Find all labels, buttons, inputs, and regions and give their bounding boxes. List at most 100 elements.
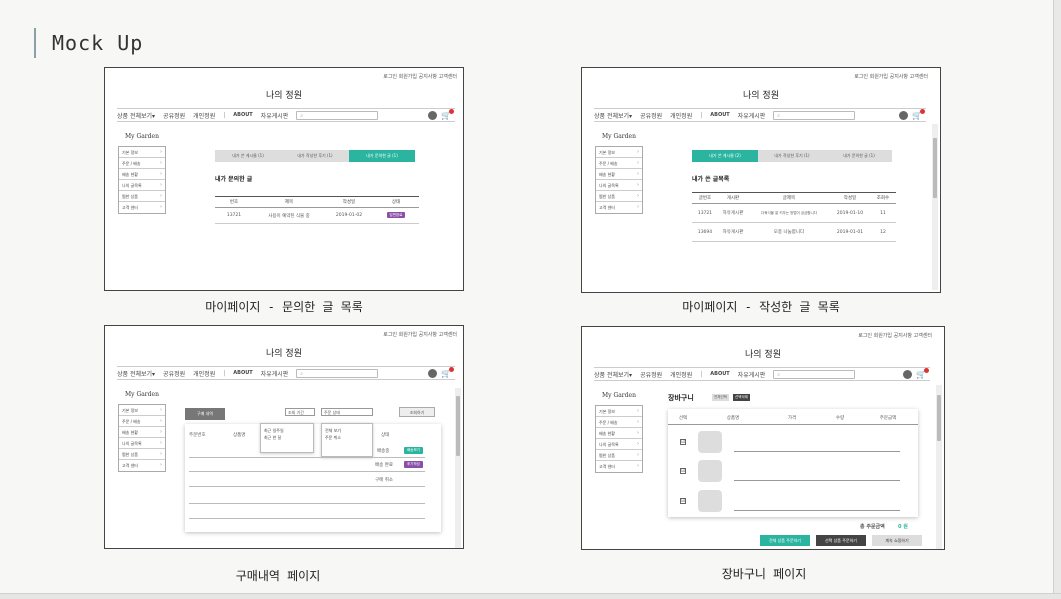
table-row[interactable]: 13721 자유게시판 다육식물 잘 키우는 방법이 궁금합니다 2019-01… bbox=[692, 204, 896, 223]
sidebar-item-orders[interactable]: 주문 / 배송 bbox=[119, 416, 165, 427]
sidebar-item-orders[interactable]: 주문 / 배송 bbox=[119, 158, 165, 169]
sidebar-item-support[interactable]: 고객 센터 bbox=[596, 202, 642, 213]
nav-personal-garden[interactable]: 개인정원 bbox=[670, 370, 692, 379]
sidebar-item-wishlist[interactable]: 찜한 상품 bbox=[119, 449, 165, 460]
user-icon[interactable] bbox=[899, 111, 909, 120]
period-select[interactable]: 조회 기간 bbox=[285, 408, 315, 416]
nav-about[interactable]: ABOUT bbox=[710, 112, 729, 118]
delete-selected-button[interactable]: 선택삭제 bbox=[733, 394, 750, 401]
site-logo[interactable]: 나의 정원 bbox=[582, 88, 940, 101]
user-icon[interactable] bbox=[428, 369, 438, 378]
cart-icon[interactable]: 🛒 bbox=[912, 108, 925, 120]
user-icon[interactable] bbox=[903, 370, 913, 379]
sidebar-item-wishlist[interactable]: 찜한 상품 bbox=[596, 191, 642, 202]
tab-my-inquiries[interactable]: 내가 문의한 글 (1) bbox=[349, 150, 415, 162]
nav-shared-garden[interactable]: 공유정원 bbox=[163, 369, 185, 378]
tab-my-reviews[interactable]: 내가 작성한 후기 (1) bbox=[281, 150, 349, 162]
nav-board[interactable]: 자유게시판 bbox=[738, 111, 766, 120]
search-button[interactable]: 조회하기 bbox=[399, 407, 435, 417]
item-checkbox[interactable]: ☑ bbox=[680, 498, 686, 504]
cart-item[interactable]: ☑ bbox=[680, 431, 900, 453]
item-checkbox[interactable]: ☑ bbox=[680, 468, 686, 474]
sidebar-item-wishlist[interactable]: 찜한 상품 bbox=[596, 450, 642, 461]
cart-icon[interactable]: 🛒 bbox=[916, 367, 929, 379]
nav-shared-garden[interactable]: 공유정원 bbox=[640, 111, 662, 120]
continue-shopping-button[interactable]: 계속 쇼핑하기 bbox=[872, 535, 922, 546]
caption-inquiry-list: 마이페이지 - 문의한 글 목록 bbox=[205, 300, 363, 314]
top-links[interactable]: 로그인 회원가입 공지사항 고객센터 bbox=[383, 331, 457, 338]
select-all-button[interactable]: 전체선택 bbox=[712, 394, 729, 401]
sidebar-item-orders[interactable]: 주문 / 배송 bbox=[596, 158, 642, 169]
sidebar-menu: 기본 정보 주문 / 배송 배송 현황 나의 글목록 찜한 상품 고객 센터 bbox=[118, 146, 166, 214]
period-option-week[interactable]: 최근 일주일 bbox=[264, 427, 310, 434]
nav-about[interactable]: ABOUT bbox=[710, 371, 729, 377]
nav-about[interactable]: ABOUT bbox=[233, 112, 252, 118]
sidebar-item-delivery[interactable]: 배송 현황 bbox=[596, 169, 642, 180]
nav-about[interactable]: ABOUT bbox=[233, 370, 252, 376]
sidebar-item-my-posts[interactable]: 나의 글목록 bbox=[119, 180, 165, 191]
nav-shared-garden[interactable]: 공유정원 bbox=[640, 370, 662, 379]
scrollbar[interactable] bbox=[936, 385, 942, 549]
nav-personal-garden[interactable]: 개인정원 bbox=[193, 111, 215, 120]
nav-all-products[interactable]: 상품 전체보기▾ bbox=[117, 369, 155, 378]
nav-shared-garden[interactable]: 공유정원 bbox=[163, 111, 185, 120]
site-logo[interactable]: 나의 정원 bbox=[582, 347, 944, 360]
period-option-month[interactable]: 최근 한 달 bbox=[264, 434, 310, 441]
order-history-badge: 구매 내역 bbox=[185, 408, 225, 420]
scrollbar[interactable] bbox=[932, 124, 938, 290]
scrollbar[interactable] bbox=[455, 388, 461, 548]
sidebar-item-support[interactable]: 고객 센터 bbox=[119, 460, 165, 471]
sidebar-item-delivery[interactable]: 배송 현황 bbox=[119, 169, 165, 180]
tab-my-reviews[interactable]: 내가 작성한 후기 (1) bbox=[758, 150, 826, 162]
cart-badge bbox=[924, 367, 929, 373]
sidebar-item-basic-info[interactable]: 기본 정보 bbox=[596, 147, 642, 158]
sidebar-item-my-posts[interactable]: 나의 글목록 bbox=[596, 439, 642, 450]
nav-all-products[interactable]: 상품 전체보기▾ bbox=[594, 111, 632, 120]
sidebar-item-basic-info[interactable]: 기본 정보 bbox=[596, 406, 642, 417]
order-all-button[interactable]: 전체 상품 주문하기 bbox=[760, 535, 810, 546]
nav-all-products[interactable]: 상품 전체보기▾ bbox=[117, 111, 155, 120]
tab-my-posts[interactable]: 내가 쓴 게시물 (1) bbox=[215, 150, 281, 162]
table-row[interactable]: 13721 사용이 예약된 식물 중 2019-01-02 답변완료 bbox=[215, 208, 419, 224]
sidebar-item-delivery[interactable]: 배송 현황 bbox=[119, 427, 165, 438]
status-option-all[interactable]: 전체 보기 bbox=[325, 427, 369, 434]
sidebar-item-support[interactable]: 고객 센터 bbox=[119, 202, 165, 213]
search-input[interactable]: ⌕ bbox=[296, 110, 379, 120]
top-links[interactable]: 로그인 회원가입 공지사항 고객센터 bbox=[383, 73, 457, 80]
nav-all-products[interactable]: 상품 전체보기▾ bbox=[594, 370, 632, 379]
sidebar-item-orders[interactable]: 주문 / 배송 bbox=[596, 417, 642, 428]
cart-item[interactable]: ☑ bbox=[680, 460, 900, 482]
sidebar-item-delivery[interactable]: 배송 현황 bbox=[596, 428, 642, 439]
status-select[interactable]: 주문 상태 bbox=[321, 408, 373, 416]
search-input[interactable]: ⌕ bbox=[773, 110, 856, 120]
table-row[interactable]: 13694 자유게시판 모종 나눔합니다 2019-01-01 12 bbox=[692, 223, 896, 242]
status-option-cancel[interactable]: 주문 취소 bbox=[325, 434, 369, 441]
top-links[interactable]: 로그인 회원가입 공지사항 고객센터 bbox=[854, 73, 928, 80]
search-input[interactable]: ⌕ bbox=[773, 369, 856, 379]
sidebar-item-my-posts[interactable]: 나의 글목록 bbox=[596, 180, 642, 191]
write-review-button[interactable]: 후기작성 bbox=[404, 461, 423, 468]
cart-item[interactable]: ☑ bbox=[680, 490, 900, 512]
sidebar-item-my-posts[interactable]: 나의 글목록 bbox=[119, 438, 165, 449]
order-selected-button[interactable]: 선택 상품 주문하기 bbox=[816, 535, 866, 546]
item-checkbox[interactable]: ☑ bbox=[680, 439, 686, 445]
nav-personal-garden[interactable]: 개인정원 bbox=[193, 369, 215, 378]
search-input[interactable]: ⌕ bbox=[296, 368, 379, 378]
site-logo[interactable]: 나의 정원 bbox=[105, 346, 463, 359]
sidebar-item-basic-info[interactable]: 기본 정보 bbox=[119, 147, 165, 158]
site-logo[interactable]: 나의 정원 bbox=[105, 88, 463, 101]
sidebar-item-basic-info[interactable]: 기본 정보 bbox=[119, 405, 165, 416]
nav-board[interactable]: 자유게시판 bbox=[261, 369, 289, 378]
tab-my-inquiries[interactable]: 내가 문의한 글 (1) bbox=[826, 150, 892, 162]
track-delivery-button[interactable]: 배송보기 bbox=[404, 447, 423, 454]
nav-board[interactable]: 자유게시판 bbox=[261, 111, 289, 120]
sidebar-item-wishlist[interactable]: 찜한 상품 bbox=[119, 191, 165, 202]
nav-board[interactable]: 자유게시판 bbox=[738, 370, 766, 379]
cart-icon[interactable]: 🛒 bbox=[441, 366, 454, 378]
cart-icon[interactable]: 🛒 bbox=[441, 108, 454, 120]
sidebar-item-support[interactable]: 고객 센터 bbox=[596, 461, 642, 472]
user-icon[interactable] bbox=[428, 111, 438, 120]
nav-personal-garden[interactable]: 개인정원 bbox=[670, 111, 692, 120]
tab-my-posts[interactable]: 내가 쓴 게시물 (2) bbox=[692, 150, 758, 162]
top-links[interactable]: 로그인 회원가입 공지사항 고객센터 bbox=[858, 332, 932, 339]
